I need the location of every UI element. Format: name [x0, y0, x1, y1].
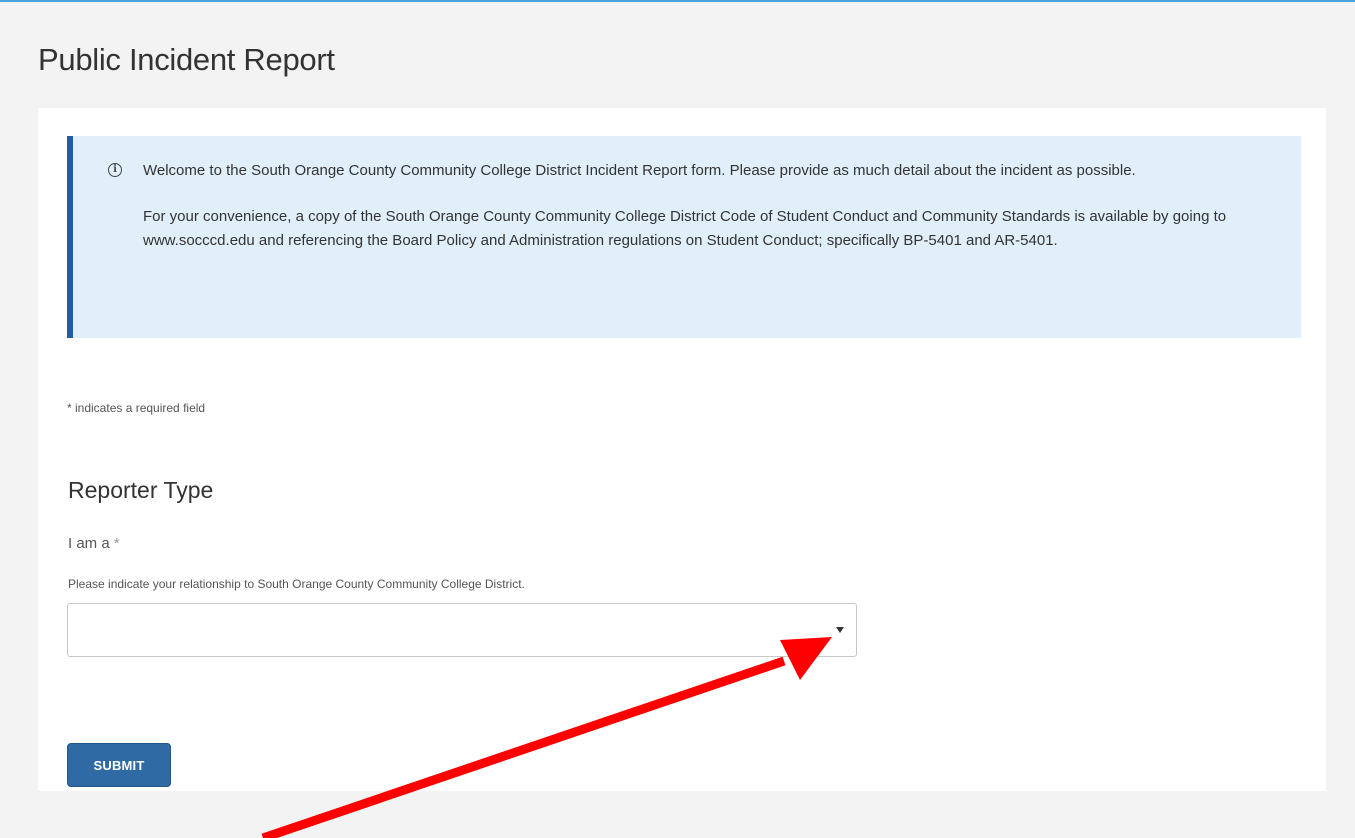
- info-alert-text: Welcome to the South Orange County Commu…: [143, 159, 1273, 253]
- reporter-type-help: Please indicate your relationship to Sou…: [68, 577, 525, 591]
- info-paragraph-welcome: Welcome to the South Orange County Commu…: [143, 162, 1136, 179]
- section-heading-reporter-type: Reporter Type: [68, 477, 214, 503]
- submit-button[interactable]: SUBMIT: [67, 743, 171, 787]
- form-card: i Welcome to the South Orange County Com…: [38, 108, 1326, 791]
- reporter-type-label: I am a *: [68, 535, 120, 552]
- info-paragraph-conduct: For your convenience, a copy of the Sout…: [143, 208, 1227, 249]
- required-asterisk: *: [113, 535, 120, 552]
- reporter-type-label-text: I am a: [68, 535, 110, 552]
- reporter-type-select[interactable]: [67, 603, 857, 657]
- page-title: Public Incident Report: [38, 42, 335, 77]
- info-alert: i Welcome to the South Orange County Com…: [67, 136, 1301, 338]
- required-field-note: * indicates a required field: [67, 401, 206, 415]
- top-accent-rule: [0, 0, 1355, 2]
- info-icon: i: [108, 163, 122, 177]
- chevron-down-icon[interactable]: [836, 627, 844, 633]
